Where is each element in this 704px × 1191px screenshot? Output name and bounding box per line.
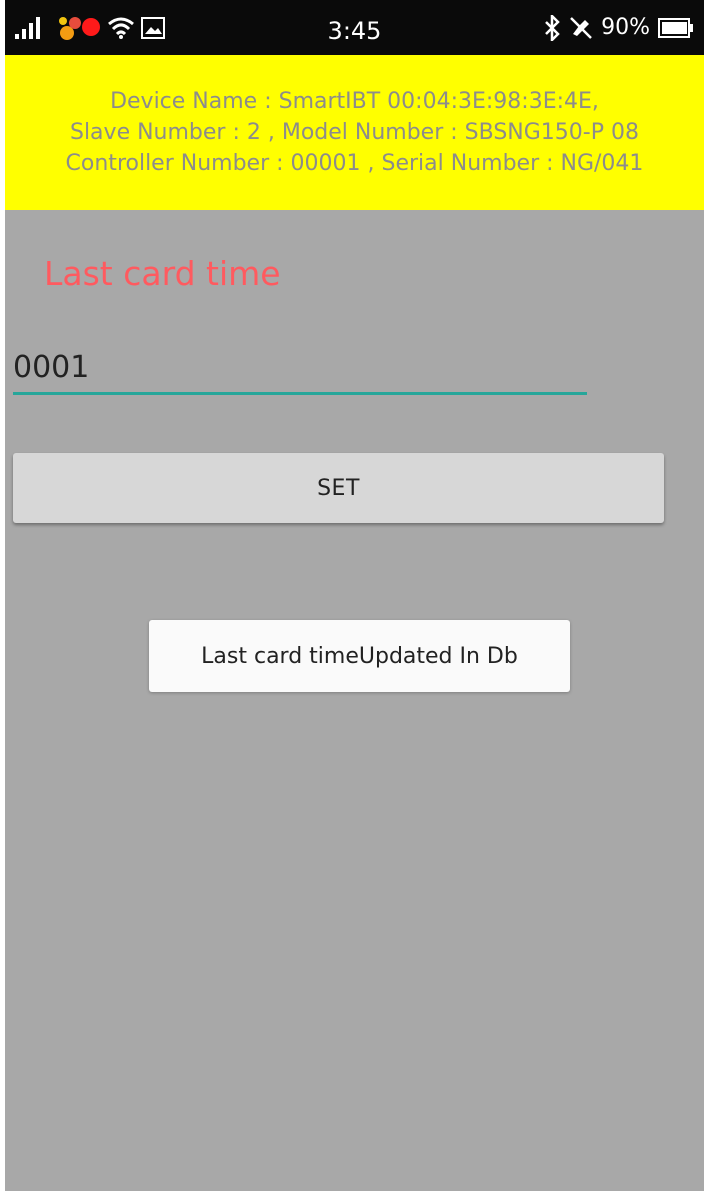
page-title: Last card time xyxy=(44,254,281,293)
controller-serial-line: Controller Number : 00001 , Serial Numbe… xyxy=(65,151,644,176)
battery-percent: 90% xyxy=(601,15,650,40)
status-bar: 3:45 90% xyxy=(5,0,704,55)
mute-icon xyxy=(569,16,593,40)
device-name-line: Device Name : SmartIBT 00:04:3E:98:3E:4E… xyxy=(110,89,599,114)
device-info-header: Device Name : SmartIBT 00:04:3E:98:3E:4E… xyxy=(5,55,704,210)
bluetooth-icon xyxy=(543,14,561,41)
toast-message: Last card timeUpdated In Db xyxy=(149,620,570,692)
battery-icon xyxy=(658,17,694,38)
last-card-time-input[interactable] xyxy=(13,342,587,395)
set-button[interactable]: SET xyxy=(13,453,664,523)
slave-model-line: Slave Number : 2 , Model Number : SBSNG1… xyxy=(69,120,639,145)
app-screen: 3:45 90% Device Name: SmartIBT 00:04:3E… xyxy=(5,0,704,1191)
